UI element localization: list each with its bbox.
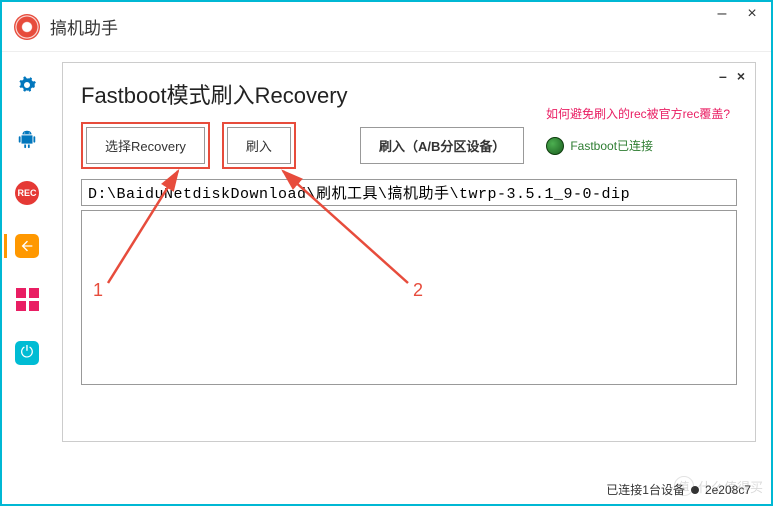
power-icon[interactable]: ⏻ (14, 340, 40, 366)
annotation-label-2: 2 (413, 280, 423, 301)
help-link[interactable]: 如何避免刷入的rec被官方rec覆盖? (546, 105, 730, 122)
log-output[interactable] (81, 210, 737, 385)
window-controls: – × (713, 7, 761, 25)
select-recovery-button[interactable]: 选择Recovery (86, 127, 205, 164)
app-logo-icon (14, 14, 40, 40)
flash-button[interactable]: 刷入 (227, 127, 291, 164)
dialog-window-controls: – × (719, 68, 745, 84)
annotation-box-1: 选择Recovery (81, 122, 210, 169)
settings-icon[interactable] (14, 72, 40, 98)
flash-ab-button[interactable]: 刷入（A/B分区设备） (360, 127, 524, 164)
dialog-window: – × Fastboot模式刷入Recovery 如何避免刷入的rec被官方re… (62, 62, 756, 442)
connection-status: Fastboot已连接 (546, 137, 653, 155)
button-row: 选择Recovery 刷入 刷入（A/B分区设备） Fastboot已连接 (81, 122, 737, 169)
title-bar: 搞机助手 – × (2, 2, 771, 52)
body-area: REC ⏻ – × Fastboot模式刷 (2, 52, 771, 504)
annotation-label-1: 1 (93, 280, 103, 301)
dialog-minimize-button[interactable]: – (719, 68, 727, 84)
watermark-icon: 值 (674, 476, 694, 496)
content-area: – × Fastboot模式刷入Recovery 如何避免刷入的rec被官方re… (52, 52, 771, 504)
back-arrow-icon (15, 234, 39, 258)
sidebar-item-active[interactable] (4, 234, 40, 258)
minimize-button[interactable]: – (713, 7, 731, 25)
watermark-text: 什么值得买 (698, 477, 763, 496)
dialog-close-button[interactable]: × (737, 68, 745, 84)
sidebar: REC ⏻ (2, 52, 52, 504)
apps-grid-icon[interactable] (14, 286, 40, 312)
close-button[interactable]: × (743, 7, 761, 25)
file-path-input[interactable] (81, 179, 737, 206)
annotation-box-2: 刷入 (222, 122, 296, 169)
status-indicator-icon (546, 137, 564, 155)
app-title: 搞机助手 (50, 14, 118, 39)
main-window: 搞机助手 – × REC (0, 0, 773, 506)
rec-icon[interactable]: REC (14, 180, 40, 206)
status-text: Fastboot已连接 (570, 137, 653, 154)
android-icon[interactable] (14, 126, 40, 152)
watermark: 值 什么值得买 (674, 476, 763, 496)
